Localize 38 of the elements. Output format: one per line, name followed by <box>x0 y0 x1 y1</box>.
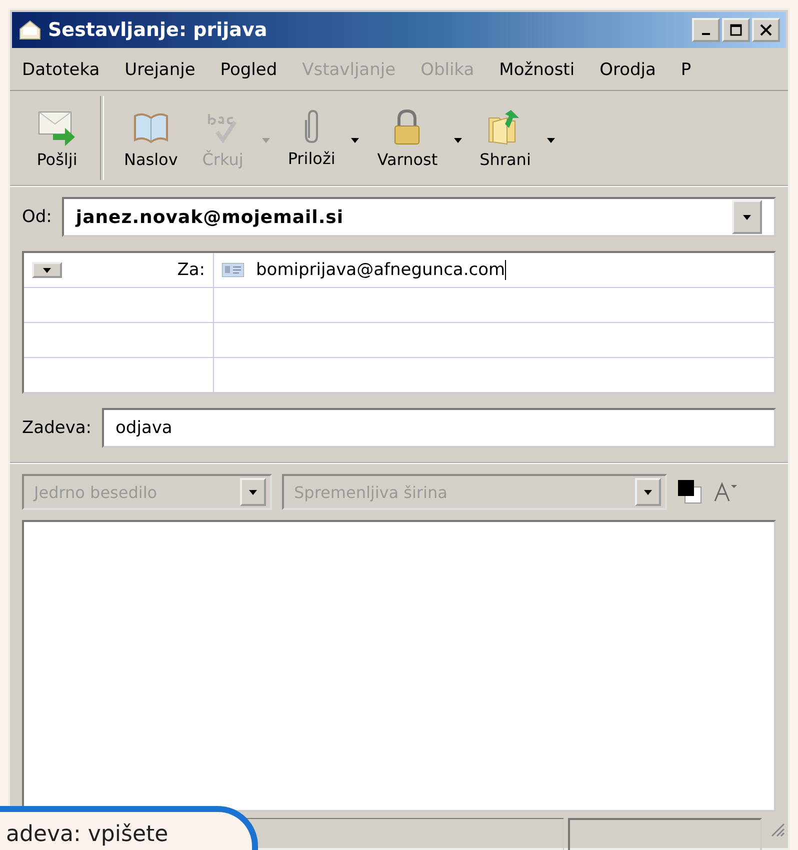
toolbar-button[interactable]: Shrani <box>470 106 541 170</box>
dropdown-arrow-icon[interactable] <box>249 490 257 494</box>
toolbar-button[interactable]: Naslov <box>114 106 188 170</box>
contact-card-icon <box>222 263 244 277</box>
toolbar-button[interactable]: Pošlji <box>24 106 90 170</box>
callout-text: adeva: vpišete <box>6 822 168 847</box>
menu-item[interactable]: Pogled <box>220 60 278 80</box>
subject-label: Zadeva: <box>22 418 92 438</box>
minimize-button[interactable] <box>692 18 720 42</box>
font-size-icon[interactable] <box>713 481 737 503</box>
paperclip-icon <box>304 108 320 144</box>
dropdown-arrow-icon[interactable] <box>743 214 751 220</box>
dropdown-arrow-icon[interactable] <box>454 138 462 143</box>
maximize-icon <box>730 24 742 36</box>
menu-item[interactable]: Možnosti <box>499 60 575 80</box>
small-caret-icon[interactable] <box>43 268 51 272</box>
minimize-icon <box>702 33 710 35</box>
from-field[interactable]: janez.novak@mojemail.si <box>62 197 776 237</box>
window-title: Sestavljanje: prijava <box>48 19 268 41</box>
close-button[interactable] <box>752 18 780 42</box>
toolbar-button[interactable]: Varnost <box>367 106 448 170</box>
from-label: Od: <box>22 207 52 227</box>
toolbar-button[interactable]: Priloži <box>278 106 346 170</box>
menu-item[interactable]: Orodja <box>600 60 656 80</box>
dropdown-arrow-icon[interactable] <box>546 138 555 143</box>
menu-item[interactable]: P <box>680 60 692 80</box>
envelope-app-icon <box>18 19 42 41</box>
subject-field[interactable]: odjava <box>102 408 776 448</box>
close-icon <box>760 24 772 36</box>
recipient-type-label: Za: <box>177 260 205 280</box>
dropdown-arrow-icon[interactable] <box>351 138 360 143</box>
recipient-address[interactable]: bomiprijava@afnegunca.com <box>256 260 506 280</box>
text-color-icon[interactable] <box>677 479 703 505</box>
dropdown-arrow-icon[interactable] <box>644 490 652 494</box>
maximize-button[interactable] <box>722 18 750 42</box>
recipient-type-dropdown[interactable] <box>32 262 62 278</box>
menu-item[interactable]: Datoteka <box>22 60 100 80</box>
menu-item[interactable]: Urejanje <box>124 60 196 80</box>
